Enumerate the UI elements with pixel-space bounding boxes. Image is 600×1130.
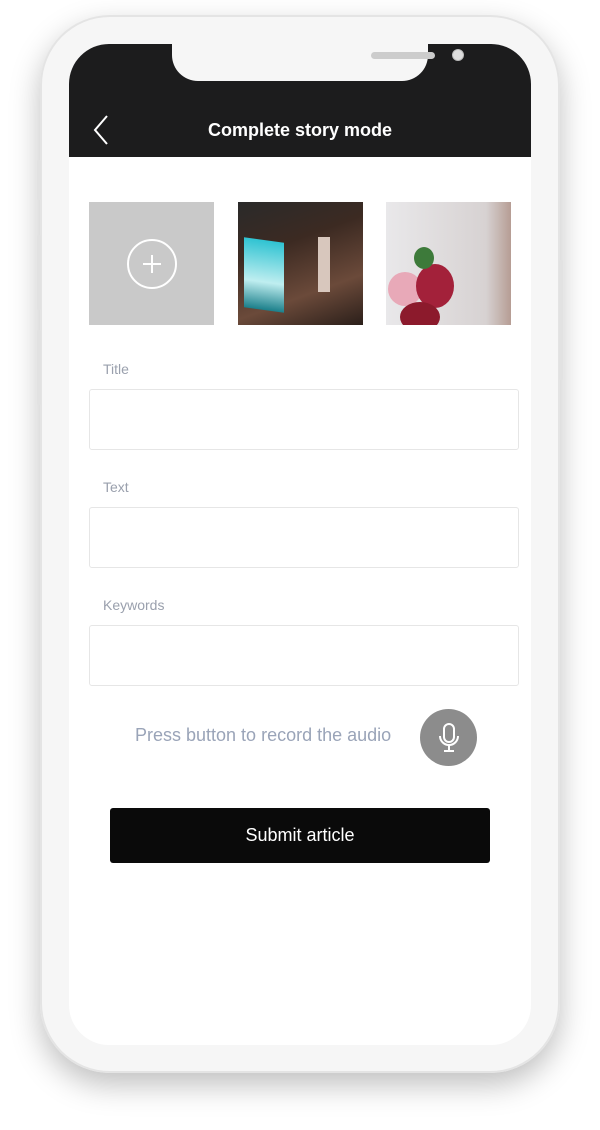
phone-power-button xyxy=(559,260,563,380)
camera xyxy=(452,49,464,61)
text-label: Text xyxy=(103,479,129,495)
keywords-input[interactable] xyxy=(89,625,519,686)
plus-circle-icon xyxy=(126,238,177,289)
submit-article-button[interactable]: Submit article xyxy=(110,808,490,863)
phone-volume-down xyxy=(37,330,41,405)
title-input[interactable] xyxy=(89,389,519,450)
microphone-icon xyxy=(438,722,459,752)
photo-thumbnail[interactable] xyxy=(386,202,511,325)
record-prompt: Press button to record the audio xyxy=(135,725,392,745)
title-label: Title xyxy=(103,361,129,377)
keywords-label: Keywords xyxy=(103,597,165,613)
photo-thumbnail[interactable] xyxy=(238,202,363,325)
page-title: Complete story mode xyxy=(207,120,393,140)
app-screen: Complete story mode Title Text Keywords … xyxy=(69,44,531,1045)
speaker xyxy=(371,52,435,59)
record-audio-button[interactable] xyxy=(420,709,477,766)
phone-notch xyxy=(172,44,464,81)
add-photo-button[interactable] xyxy=(89,202,214,325)
phone-volume-up xyxy=(37,235,41,310)
phone-side-button xyxy=(37,160,41,200)
text-input[interactable] xyxy=(89,507,519,568)
